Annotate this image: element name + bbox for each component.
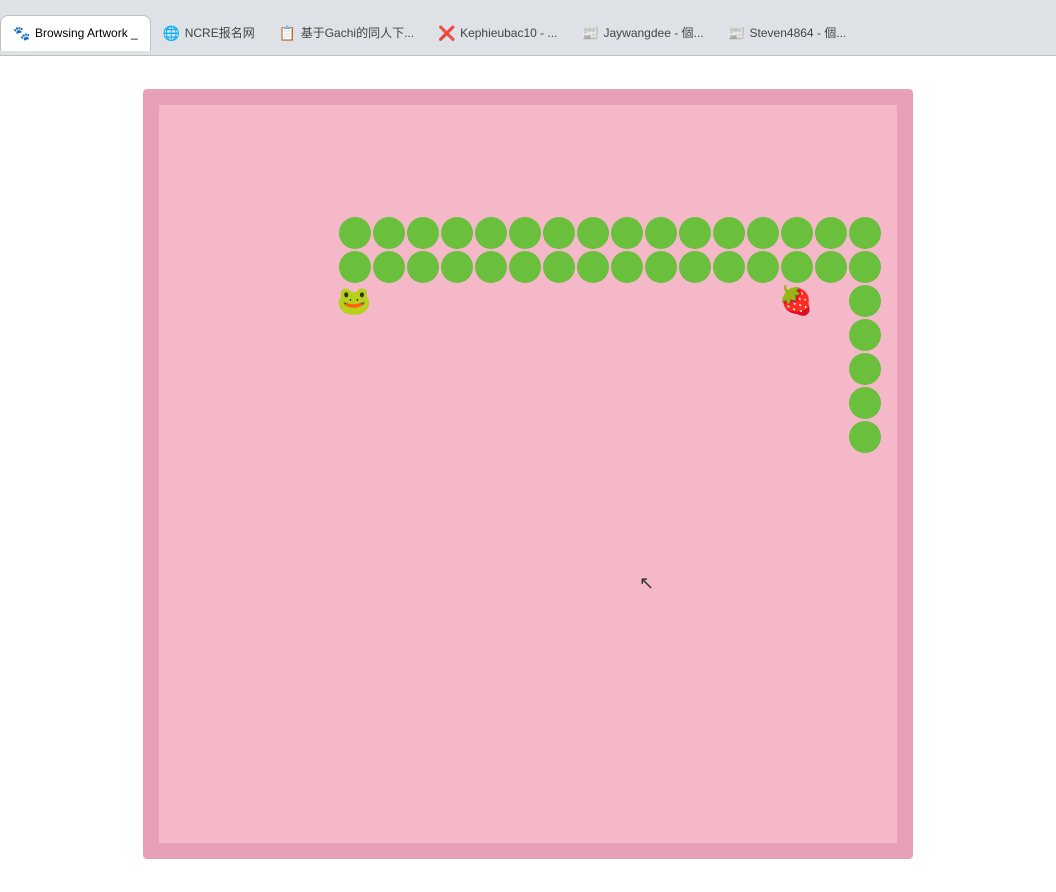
snake-segment-21 [849, 217, 881, 249]
snake-head: 🐸 [337, 283, 371, 317]
snake-segment-1 [373, 251, 405, 283]
tab-gachi[interactable]: 📋 基于Gachi的同人下... [267, 15, 426, 51]
snake-segment-11 [713, 251, 745, 283]
tab-jaywang[interactable]: 📰 Jaywangdee - 個... [569, 15, 715, 51]
snake-segment-15 [849, 251, 881, 283]
tab-ncre-label: NCRE报名网 [185, 24, 255, 41]
snake-segment-34 [407, 217, 439, 249]
snake-segment-27 [645, 217, 677, 249]
browser-content: ↖ 🐸 🍓 [0, 56, 1056, 892]
snake-segment-22 [815, 217, 847, 249]
snake-segment-20 [849, 421, 881, 453]
snake-segment-13 [781, 251, 813, 283]
snake-segment-24 [747, 217, 779, 249]
snake-segment-10 [679, 251, 711, 283]
tab-bar: 🐾 Browsing Artwork _ 🌐 NCRE报名网 📋 基于Gachi的同人下.… [0, 0, 1056, 56]
tab-ncre[interactable]: 🌐 NCRE报名网 [151, 15, 267, 51]
snake-segment-19 [849, 387, 881, 419]
tab-kephieu[interactable]: ❌ Kephieubac10 - ... [426, 15, 569, 51]
game-area[interactable]: ↖ 🐸 🍓 [143, 89, 913, 859]
snake-segment-3 [441, 251, 473, 283]
cursor-indicator: ↖ [639, 573, 654, 594]
snake-segment-4 [475, 251, 507, 283]
tab-kephieu-label: Kephieubac10 - ... [460, 26, 557, 40]
snake-segment-33 [441, 217, 473, 249]
snake-segment-9 [645, 251, 677, 283]
tab-steven[interactable]: 📰 Steven4864 - 個... [716, 15, 859, 51]
snake-segment-7 [577, 251, 609, 283]
snake-segment-5 [509, 251, 541, 283]
snake-segment-2 [407, 251, 439, 283]
tab-browsing[interactable]: 🐾 Browsing Artwork _ [0, 15, 151, 51]
snake-segment-30 [543, 217, 575, 249]
snake-segment-32 [475, 217, 507, 249]
tab-browsing-label: Browsing Artwork _ [35, 26, 138, 40]
tab-ncre-favicon: 🌐 [163, 25, 179, 41]
snake-segment-26 [679, 217, 711, 249]
tab-jaywang-favicon: 📰 [581, 25, 597, 41]
tab-gachi-label: 基于Gachi的同人下... [301, 24, 414, 41]
tab-steven-favicon: 📰 [728, 25, 744, 41]
snake-segment-23 [781, 217, 813, 249]
snake-segment-12 [747, 251, 779, 283]
tab-browsing-favicon: 🐾 [13, 25, 29, 41]
snake-segment-36 [339, 217, 371, 249]
tab-jaywang-label: Jaywangdee - 個... [603, 24, 703, 41]
snake-segment-14 [815, 251, 847, 283]
game-inner: ↖ 🐸 🍓 [159, 105, 897, 843]
snake-segment-8 [611, 251, 643, 283]
snake-segment-6 [543, 251, 575, 283]
snake-segment-17 [849, 319, 881, 351]
tab-kephieu-favicon: ❌ [438, 25, 454, 41]
snake-segment-35 [373, 217, 405, 249]
food-item: 🍓 [779, 283, 813, 317]
snake-segment-0 [339, 251, 371, 283]
snake-segment-16 [849, 285, 881, 317]
snake-segment-31 [509, 217, 541, 249]
snake-segment-18 [849, 353, 881, 385]
snake-segment-28 [611, 217, 643, 249]
tab-steven-label: Steven4864 - 個... [750, 24, 847, 41]
snake-segment-29 [577, 217, 609, 249]
tab-gachi-favicon: 📋 [279, 25, 295, 41]
snake-segment-25 [713, 217, 745, 249]
